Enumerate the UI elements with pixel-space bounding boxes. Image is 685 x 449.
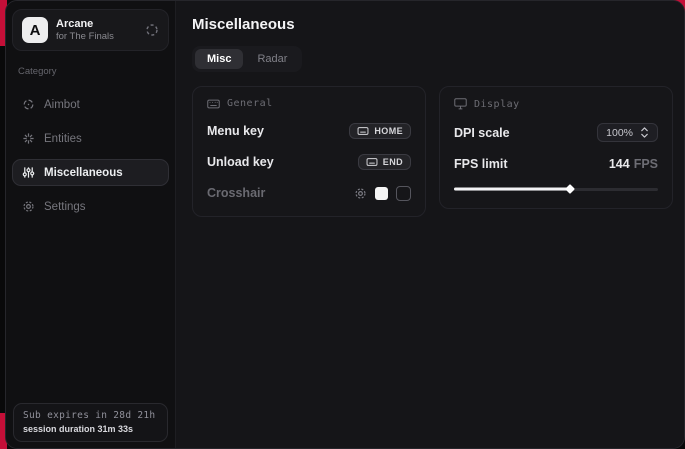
fps-limit-label: FPS limit bbox=[454, 157, 507, 171]
app-window: A Arcane for The Finals Category bbox=[5, 0, 685, 449]
fps-limit-unit: FPS bbox=[634, 157, 658, 171]
sidebar: A Arcane for The Finals Category bbox=[6, 1, 176, 448]
menu-key-label: Menu key bbox=[207, 124, 264, 138]
sidebar-item-miscellaneous[interactable]: Miscellaneous bbox=[12, 159, 169, 186]
crosshair-label: Crosshair bbox=[207, 186, 265, 200]
monitor-icon bbox=[454, 98, 467, 110]
sidebar-nav: Aimbot Entities bbox=[12, 91, 169, 220]
page-title: Miscellaneous bbox=[192, 16, 673, 33]
sidebar-item-label: Entities bbox=[44, 133, 82, 145]
sidebar-item-aimbot[interactable]: Aimbot bbox=[12, 91, 169, 118]
crosshair-icon bbox=[21, 98, 35, 111]
subscription-info: Sub expires in 28d 21h session duration … bbox=[13, 403, 168, 442]
keyboard-icon bbox=[357, 127, 369, 135]
fps-slider-thumb[interactable] bbox=[565, 184, 575, 194]
fps-limit-slider[interactable] bbox=[454, 184, 658, 194]
category-label: Category bbox=[18, 66, 165, 77]
display-card-title: Display bbox=[474, 99, 520, 110]
crosshair-settings-gear-icon[interactable] bbox=[354, 187, 367, 200]
app-logo: A bbox=[22, 17, 48, 43]
session-duration-text: session duration 31m 33s bbox=[23, 424, 158, 434]
crosshair-checkbox[interactable] bbox=[396, 186, 411, 201]
keyboard-icon bbox=[207, 99, 220, 109]
sidebar-item-label: Aimbot bbox=[44, 99, 80, 111]
sidebar-item-label: Miscellaneous bbox=[44, 167, 123, 179]
unload-key-binding[interactable]: END bbox=[358, 154, 411, 170]
tab-radar[interactable]: Radar bbox=[245, 49, 299, 69]
crosshair-color-swatch[interactable] bbox=[375, 187, 388, 200]
sub-expires-text: Sub expires in 28d 21h bbox=[23, 410, 158, 421]
menu-key-row: Menu key HOME bbox=[207, 122, 411, 140]
fps-slider-fill bbox=[454, 188, 570, 191]
dpi-scale-label: DPI scale bbox=[454, 126, 510, 140]
dpi-scale-select[interactable]: 100% bbox=[597, 123, 658, 142]
gear-icon bbox=[21, 200, 35, 213]
fps-limit-value: 144 bbox=[609, 157, 630, 171]
general-card: General Menu key HOME bbox=[192, 86, 426, 217]
app-subtitle: for The Finals bbox=[56, 31, 114, 42]
sidebar-item-label: Settings bbox=[44, 201, 86, 213]
display-card: Display DPI scale 100% FPS limit bbox=[439, 86, 673, 209]
dpi-scale-row: DPI scale 100% bbox=[454, 123, 658, 142]
unload-key-row: Unload key END bbox=[207, 153, 411, 171]
main-content: Miscellaneous Misc Radar General bbox=[176, 1, 685, 448]
profile-card: A Arcane for The Finals bbox=[12, 9, 169, 51]
keyboard-icon bbox=[366, 158, 378, 166]
sync-icon[interactable] bbox=[145, 23, 159, 37]
general-card-title: General bbox=[227, 98, 273, 109]
sliders-icon bbox=[21, 166, 35, 179]
sidebar-item-entities[interactable]: Entities bbox=[12, 125, 169, 152]
menu-key-binding[interactable]: HOME bbox=[349, 123, 411, 139]
sidebar-item-settings[interactable]: Settings bbox=[12, 193, 169, 220]
unfold-chevrons-icon bbox=[640, 127, 649, 138]
fps-limit-row: FPS limit 144 FPS bbox=[454, 155, 658, 173]
app-name: Arcane bbox=[56, 18, 114, 30]
tab-bar: Misc Radar bbox=[192, 46, 302, 72]
tab-misc[interactable]: Misc bbox=[195, 49, 243, 69]
unload-key-label: Unload key bbox=[207, 155, 274, 169]
crosshair-row: Crosshair bbox=[207, 184, 411, 202]
entities-icon bbox=[21, 132, 35, 145]
